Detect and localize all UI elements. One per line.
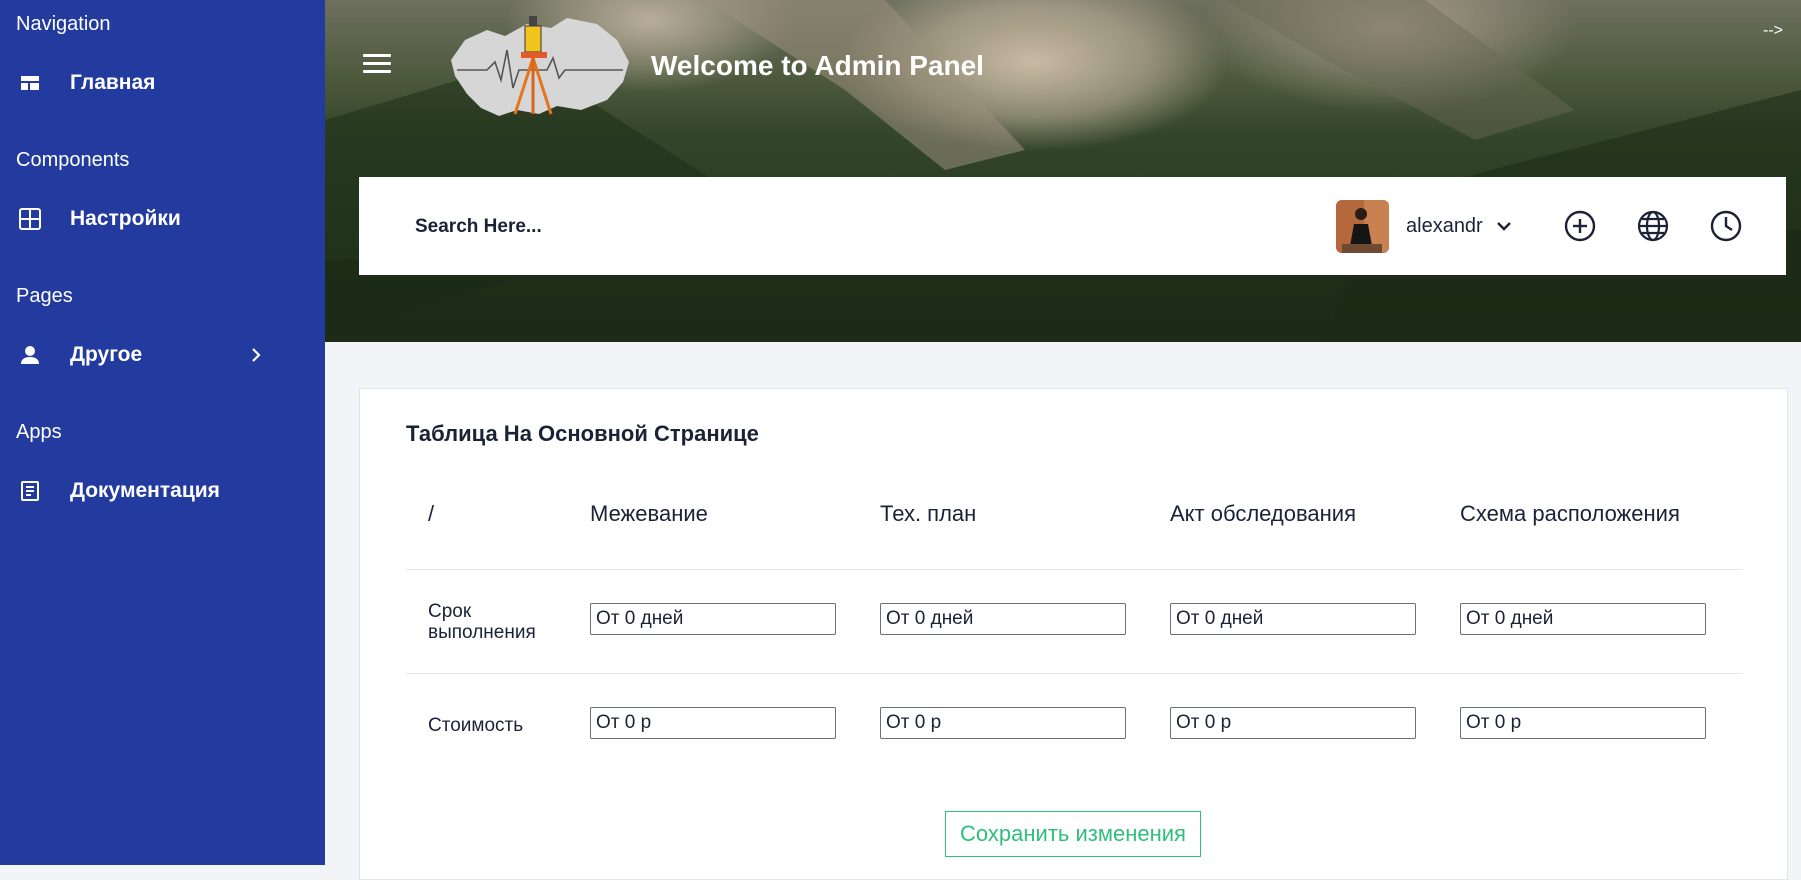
settings-table-card: Таблица На Основной Странице / Межевание… bbox=[359, 388, 1788, 880]
sidebar-item-label: Другое bbox=[70, 343, 143, 366]
deadline-input-tekhplan[interactable] bbox=[880, 603, 1126, 635]
logo-icon bbox=[451, 16, 629, 116]
document-icon bbox=[18, 479, 42, 503]
column-header: / bbox=[428, 501, 435, 526]
sidebar: Navigation Главная Components Настройки … bbox=[0, 0, 325, 865]
column-header: Акт обследования bbox=[1170, 501, 1357, 526]
price-input-tekhplan[interactable] bbox=[880, 707, 1126, 739]
menu-toggle-button[interactable] bbox=[363, 52, 391, 76]
add-circle-icon[interactable] bbox=[1562, 208, 1598, 244]
column-header: Схема расположения bbox=[1460, 501, 1680, 526]
sidebar-item-label: Главная bbox=[70, 71, 156, 94]
dashboard-icon bbox=[18, 71, 42, 95]
row-divider bbox=[406, 569, 1742, 570]
sidebar-item-settings[interactable]: Настройки bbox=[0, 197, 325, 241]
sidebar-item-home[interactable]: Главная bbox=[0, 61, 325, 105]
card-title: Таблица На Основной Странице bbox=[406, 421, 759, 446]
header-banner: Welcome to Admin Panel --> alexandr bbox=[325, 0, 1801, 342]
row-label: Срок выполнения bbox=[428, 601, 536, 643]
person-icon bbox=[18, 343, 42, 367]
chevron-right-icon bbox=[246, 345, 266, 365]
row-label: Стоимость bbox=[428, 715, 524, 736]
save-button[interactable]: Сохранить изменения bbox=[945, 811, 1201, 857]
section-title-pages: Pages bbox=[16, 285, 73, 307]
globe-icon[interactable] bbox=[1635, 208, 1671, 244]
sidebar-item-documentation[interactable]: Документация bbox=[0, 469, 325, 513]
username-label: alexandr bbox=[1406, 214, 1483, 237]
sidebar-item-label: Документация bbox=[70, 479, 220, 502]
column-header: Межевание bbox=[590, 501, 708, 526]
section-title-apps: Apps bbox=[16, 421, 62, 443]
sidebar-item-other[interactable]: Другое bbox=[0, 333, 325, 377]
top-toolbar: alexandr bbox=[359, 177, 1786, 275]
section-title-components: Components bbox=[16, 149, 130, 171]
grid-icon bbox=[18, 207, 42, 231]
deadline-input-skhema[interactable] bbox=[1460, 603, 1706, 635]
deadline-input-mezhevanie[interactable] bbox=[590, 603, 836, 635]
header-arrow-link[interactable]: --> bbox=[1763, 22, 1783, 40]
page-title: Welcome to Admin Panel bbox=[651, 50, 984, 81]
section-title-navigation: Navigation bbox=[16, 13, 111, 35]
search-input[interactable] bbox=[413, 211, 917, 243]
avatar bbox=[1336, 199, 1389, 253]
sidebar-item-label: Настройки bbox=[70, 207, 181, 230]
user-menu[interactable]: alexandr bbox=[1336, 199, 1513, 253]
clock-icon[interactable] bbox=[1708, 208, 1744, 244]
price-input-skhema[interactable] bbox=[1460, 707, 1706, 739]
price-input-mezhevanie[interactable] bbox=[590, 707, 836, 739]
chevron-down-icon bbox=[1495, 217, 1513, 235]
column-header: Тех. план bbox=[880, 501, 977, 526]
price-input-akt[interactable] bbox=[1170, 707, 1416, 739]
row-divider bbox=[406, 673, 1742, 674]
deadline-input-akt[interactable] bbox=[1170, 603, 1416, 635]
